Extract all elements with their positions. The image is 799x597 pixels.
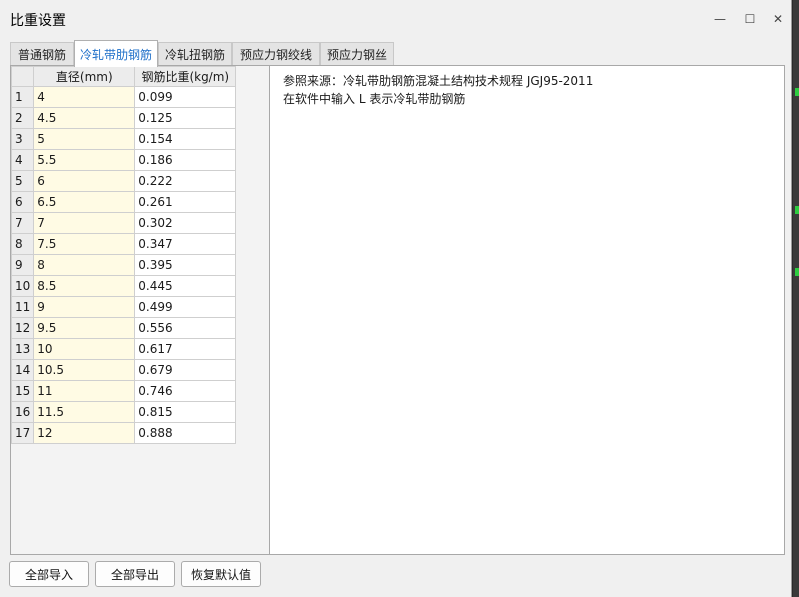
- column-header-diameter[interactable]: 直径(mm): [33, 66, 136, 87]
- weight-cell[interactable]: 0.099: [134, 86, 237, 108]
- background-marker: [795, 88, 799, 96]
- background-marker: [795, 206, 799, 214]
- diameter-cell[interactable]: 11: [33, 380, 136, 402]
- table-row[interactable]: 2 4.5 0.125: [10, 107, 237, 129]
- diameter-cell[interactable]: 9: [33, 296, 136, 318]
- table-row[interactable]: 4 5.5 0.186: [10, 149, 237, 171]
- row-number-cell[interactable]: 12: [10, 317, 35, 339]
- weight-cell[interactable]: 0.125: [134, 107, 237, 129]
- table-row[interactable]: 16 11.5 0.815: [10, 401, 237, 423]
- weight-cell[interactable]: 0.679: [134, 359, 237, 381]
- tab-content-panel: 直径(mm) 钢筋比重(kg/m) 1 4 0.099 2 4.5 0.125 3 5 0.15…: [10, 65, 785, 555]
- weight-cell[interactable]: 0.888: [134, 422, 237, 444]
- table-row[interactable]: 7 7 0.302: [10, 212, 237, 234]
- diameter-cell[interactable]: 10: [33, 338, 136, 360]
- tab-prestressed-strand[interactable]: 预应力钢绞线: [232, 42, 320, 66]
- row-number-cell[interactable]: 3: [10, 128, 35, 150]
- table-row[interactable]: 10 8.5 0.445: [10, 275, 237, 297]
- info-text: 参照来源：冷轧带肋钢筋混凝土结构技术规程 JGJ95-2011 在软件中输入 L…: [283, 72, 593, 108]
- diameter-cell[interactable]: 4.5: [33, 107, 136, 129]
- row-number-cell[interactable]: 14: [10, 359, 35, 381]
- reference-source: 参照来源：冷轧带肋钢筋混凝土结构技术规程 JGJ95-2011: [283, 74, 594, 88]
- weight-cell[interactable]: 0.499: [134, 296, 237, 318]
- diameter-cell[interactable]: 10.5: [33, 359, 136, 381]
- table-row[interactable]: 17 12 0.888: [10, 422, 237, 444]
- diameter-cell[interactable]: 9.5: [33, 317, 136, 339]
- row-number-cell[interactable]: 13: [10, 338, 35, 360]
- table-row[interactable]: 5 6 0.222: [10, 170, 237, 192]
- weight-cell[interactable]: 0.815: [134, 401, 237, 423]
- weight-cell[interactable]: 0.445: [134, 275, 237, 297]
- row-number-cell[interactable]: 6: [10, 191, 35, 213]
- diameter-cell[interactable]: 7.5: [33, 233, 136, 255]
- weight-table: 直径(mm) 钢筋比重(kg/m) 1 4 0.099 2 4.5 0.125 3 5 0.15…: [10, 66, 237, 444]
- weight-cell[interactable]: 0.302: [134, 212, 237, 234]
- diameter-cell[interactable]: 11.5: [33, 401, 136, 423]
- input-hint: 在软件中输入 L 表示冷轧带肋钢筋: [283, 92, 466, 106]
- weight-cell[interactable]: 0.395: [134, 254, 237, 276]
- diameter-cell[interactable]: 4: [33, 86, 136, 108]
- tab-prestressed-wire[interactable]: 预应力钢丝: [320, 42, 394, 66]
- window-title: 比重设置: [10, 13, 66, 29]
- table-row[interactable]: 1 4 0.099: [10, 86, 237, 108]
- weight-cell[interactable]: 0.222: [134, 170, 237, 192]
- diameter-cell[interactable]: 8: [33, 254, 136, 276]
- row-number-cell[interactable]: 16: [10, 401, 35, 423]
- table-row[interactable]: 3 5 0.154: [10, 128, 237, 150]
- diameter-cell[interactable]: 5: [33, 128, 136, 150]
- weight-cell[interactable]: 0.261: [134, 191, 237, 213]
- diameter-cell[interactable]: 12: [33, 422, 136, 444]
- table-row[interactable]: 12 9.5 0.556: [10, 317, 237, 339]
- table-row[interactable]: 15 11 0.746: [10, 380, 237, 402]
- row-number-cell[interactable]: 5: [10, 170, 35, 192]
- diameter-cell[interactable]: 7: [33, 212, 136, 234]
- weight-cell[interactable]: 0.347: [134, 233, 237, 255]
- export-all-button[interactable]: 全部导出: [95, 561, 175, 587]
- table-row[interactable]: 11 9 0.499: [10, 296, 237, 318]
- title-bar: 比重设置 — ☐ ✕: [0, 0, 792, 38]
- diameter-cell[interactable]: 5.5: [33, 149, 136, 171]
- import-all-button[interactable]: 全部导入: [9, 561, 89, 587]
- weight-cell[interactable]: 0.746: [134, 380, 237, 402]
- tab-cold-rolled-twisted-rebar[interactable]: 冷轧扭钢筋: [158, 42, 232, 66]
- ratio-settings-dialog: 比重设置 — ☐ ✕ 普通钢筋 冷轧带肋钢筋 冷轧扭钢筋 预应力钢绞线 预应力钢…: [0, 0, 792, 597]
- row-number-cell[interactable]: 11: [10, 296, 35, 318]
- diameter-cell[interactable]: 8.5: [33, 275, 136, 297]
- weight-cell[interactable]: 0.556: [134, 317, 237, 339]
- row-number-cell[interactable]: 8: [10, 233, 35, 255]
- row-number-cell[interactable]: 2: [10, 107, 35, 129]
- minimize-icon[interactable]: —: [709, 8, 731, 30]
- maximize-icon[interactable]: ☐: [739, 8, 761, 30]
- data-grid-area: 直径(mm) 钢筋比重(kg/m) 1 4 0.099 2 4.5 0.125 3 5 0.15…: [10, 66, 270, 554]
- row-number-cell[interactable]: 1: [10, 86, 35, 108]
- tab-normal-rebar[interactable]: 普通钢筋: [10, 42, 74, 66]
- weight-cell[interactable]: 0.186: [134, 149, 237, 171]
- row-number-cell[interactable]: 9: [10, 254, 35, 276]
- diameter-cell[interactable]: 6.5: [33, 191, 136, 213]
- table-row[interactable]: 14 10.5 0.679: [10, 359, 237, 381]
- row-number-cell[interactable]: 7: [10, 212, 35, 234]
- table-row[interactable]: 8 7.5 0.347: [10, 233, 237, 255]
- restore-default-button[interactable]: 恢复默认值: [181, 561, 261, 587]
- row-number-cell[interactable]: 4: [10, 149, 35, 171]
- weight-cell[interactable]: 0.617: [134, 338, 237, 360]
- table-row[interactable]: 6 6.5 0.261: [10, 191, 237, 213]
- diameter-cell[interactable]: 6: [33, 170, 136, 192]
- row-number-cell[interactable]: 10: [10, 275, 35, 297]
- row-number-cell[interactable]: 15: [10, 380, 35, 402]
- row-number-cell[interactable]: 17: [10, 422, 35, 444]
- column-header-weight[interactable]: 钢筋比重(kg/m): [134, 66, 237, 87]
- table-corner[interactable]: [10, 66, 35, 87]
- tab-cold-rolled-ribbed-rebar[interactable]: 冷轧带肋钢筋: [74, 40, 158, 67]
- weight-cell[interactable]: 0.154: [134, 128, 237, 150]
- background-marker: [795, 268, 799, 276]
- table-row[interactable]: 9 8 0.395: [10, 254, 237, 276]
- table-row[interactable]: 13 10 0.617: [10, 338, 237, 360]
- close-icon[interactable]: ✕: [767, 8, 789, 30]
